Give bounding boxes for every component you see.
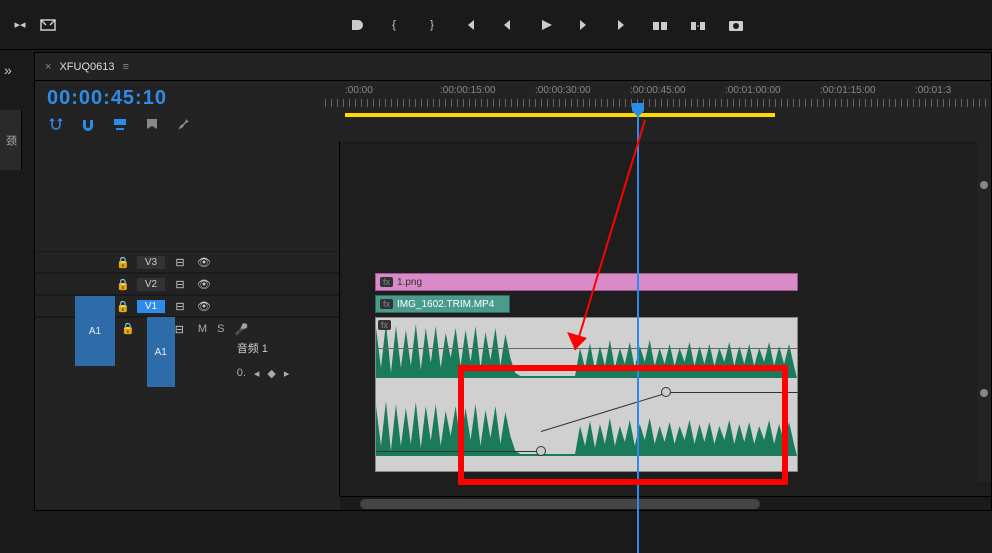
annotation-highlight-box: [458, 365, 788, 485]
lock-icon[interactable]: 🔒: [115, 256, 131, 269]
level-value: 0.: [237, 367, 246, 379]
next-keyframe-icon[interactable]: ▸: [284, 367, 290, 380]
track-output-icon[interactable]: ⊟: [171, 278, 189, 291]
ruler-label: :00:00:45:00: [630, 85, 686, 96]
track-label[interactable]: V1: [137, 300, 165, 313]
ruler-label: :00:00:30:00: [535, 85, 591, 96]
track-label[interactable]: V2: [137, 278, 165, 291]
ruler-label: :00:01:00:00: [725, 85, 781, 96]
add-keyframe-icon[interactable]: ◆: [267, 367, 275, 380]
eye-icon[interactable]: 👁: [195, 278, 213, 291]
ruler-label: :00:01:15:00: [820, 85, 876, 96]
horizontal-zoom-scroll[interactable]: [340, 496, 991, 510]
transport-controls: { }: [110, 15, 982, 35]
work-area-bar[interactable]: [345, 113, 775, 117]
track-output-icon[interactable]: ⊟: [171, 256, 189, 269]
mark-in-icon[interactable]: [346, 15, 366, 35]
source-patch-a1[interactable]: A1: [75, 296, 115, 366]
timeline-header: 00:00:45:10: [35, 81, 325, 141]
playhead-timecode[interactable]: 00:00:45:10: [47, 87, 313, 110]
snap-icon[interactable]: [47, 116, 65, 134]
step-back-icon[interactable]: [498, 15, 518, 35]
solo-button[interactable]: S: [217, 323, 224, 336]
marker-icon[interactable]: [143, 116, 161, 134]
side-panel-label: 颈: [0, 110, 22, 170]
linked-selection-icon[interactable]: [111, 116, 129, 134]
fx-badge: fx: [380, 277, 393, 287]
ruler-label: :00:01:3: [915, 85, 951, 96]
mute-button[interactable]: M: [198, 323, 207, 336]
track-output-icon[interactable]: ⊟: [175, 323, 184, 336]
insert-icon[interactable]: ▸◂: [10, 15, 30, 35]
camera-icon[interactable]: [726, 15, 746, 35]
audio-track-name: 音频 1: [237, 343, 268, 355]
lock-icon[interactable]: 🔒: [115, 278, 131, 291]
tab-menu-icon[interactable]: ≡: [122, 61, 128, 73]
lock-icon[interactable]: 🔒: [115, 300, 131, 313]
expand-panel-icon[interactable]: »: [4, 62, 12, 78]
track-output-icon[interactable]: ⊟: [171, 300, 189, 313]
mark-clip-out-icon[interactable]: }: [422, 15, 442, 35]
export-frame-icon[interactable]: [38, 15, 58, 35]
clip-name: IMG_1602.TRIM.MP4: [397, 299, 494, 310]
annotation-arrow: [565, 120, 655, 370]
eye-icon[interactable]: 👁: [195, 256, 213, 269]
fx-badge: fx: [378, 320, 391, 330]
play-icon[interactable]: [536, 15, 556, 35]
lock-icon[interactable]: 🔒: [121, 322, 135, 335]
fx-badge: fx: [380, 299, 393, 309]
step-forward-icon[interactable]: [574, 15, 594, 35]
voice-icon[interactable]: 🎤: [234, 323, 248, 336]
sequence-name: XFUQ0613: [59, 61, 114, 73]
lift-icon[interactable]: [650, 15, 670, 35]
magnet-icon[interactable]: [79, 116, 97, 134]
clip-v1[interactable]: fx IMG_1602.TRIM.MP4: [375, 295, 510, 313]
program-monitor-bar: ▸◂ { }: [0, 0, 992, 50]
vertical-scroll[interactable]: [977, 141, 991, 482]
sequence-tab[interactable]: × XFUQ0613 ≡: [35, 53, 991, 81]
extract-icon[interactable]: [688, 15, 708, 35]
eye-icon[interactable]: 👁: [195, 300, 213, 313]
go-to-in-icon[interactable]: [460, 15, 480, 35]
prev-keyframe-icon[interactable]: ◂: [254, 367, 260, 380]
close-tab-icon[interactable]: ×: [45, 61, 51, 73]
scroll-thumb[interactable]: [360, 499, 760, 509]
time-ruler[interactable]: :00:00 :00:00:15:00 :00:00:30:00 :00:00:…: [325, 81, 991, 141]
mark-clip-in-icon[interactable]: {: [384, 15, 404, 35]
go-to-out-icon[interactable]: [612, 15, 632, 35]
clip-name: 1.png: [397, 277, 422, 288]
ruler-label: :00:00: [345, 85, 373, 96]
track-label[interactable]: V3: [137, 256, 165, 269]
track-v2[interactable]: 🔒 V2 ⊟ 👁: [35, 273, 339, 295]
ruler-label: :00:00:15:00: [440, 85, 496, 96]
track-v3[interactable]: 🔒 V3 ⊟ 👁: [35, 251, 339, 273]
track-headers: 🔒 V3 ⊟ 👁 🔒 V2 ⊟ 👁 🔒 V1 ⊟ 👁 A1 🔒 A1: [35, 141, 340, 496]
track-a1[interactable]: A1 🔒 A1 ⊟ M S 🎤 音频 1 0. ◂: [35, 317, 339, 387]
track-target-a1[interactable]: A1: [147, 317, 175, 387]
settings-icon[interactable]: [175, 116, 193, 134]
